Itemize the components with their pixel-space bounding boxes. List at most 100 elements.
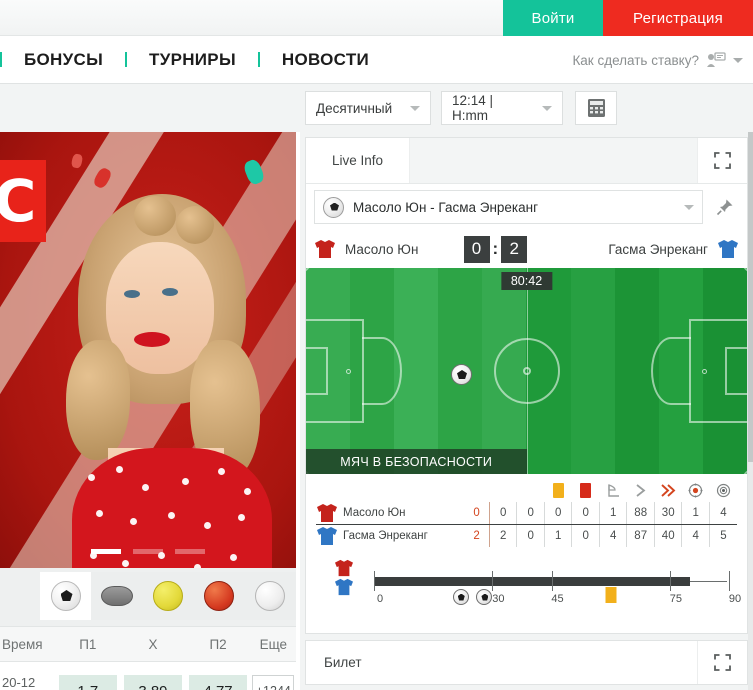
timeline-tick xyxy=(492,571,494,591)
stats-away-v3: 0 xyxy=(571,524,600,547)
expand-icon xyxy=(714,152,731,169)
carousel-dot-2[interactable] xyxy=(133,549,163,554)
stats-home-v1: 0 xyxy=(516,502,545,525)
register-button[interactable]: Регистрация xyxy=(603,0,753,36)
stats-away-v7: 4 xyxy=(681,524,710,547)
sport-tab-football[interactable] xyxy=(40,572,91,620)
stats-away-v1: 0 xyxy=(516,524,545,547)
score-display: 0 : 2 xyxy=(463,235,528,263)
sport-tab-tennis[interactable] xyxy=(142,572,193,620)
calculator-button[interactable] xyxy=(575,91,617,125)
attack-icon-cell xyxy=(627,482,655,502)
shot-on-target-icon-cell xyxy=(682,482,710,502)
pin-match-button[interactable] xyxy=(711,198,739,216)
volleyball-icon xyxy=(254,581,285,611)
odds-button-p1[interactable]: 1.7 xyxy=(58,675,117,690)
match-selector[interactable]: Масоло Юн - Гасма Энреканг xyxy=(314,190,703,224)
app-root: Войти Регистрация БОНУСЫ ТУРНИРЫ НОВОСТИ… xyxy=(0,0,753,690)
odds-button-x[interactable]: 3.89 xyxy=(123,675,182,690)
odds-format-value: Десятичный xyxy=(316,100,393,116)
sport-tab-hockey[interactable] xyxy=(91,572,142,620)
shot-off-target-icon xyxy=(716,483,730,498)
home-team-name: Масоло Юн xyxy=(345,241,419,257)
model-curl xyxy=(134,196,176,236)
timeline-tick xyxy=(669,571,671,591)
nav-item-news[interactable]: НОВОСТИ xyxy=(260,36,391,84)
page-scrollbar[interactable] xyxy=(748,132,753,690)
login-button[interactable]: Войти xyxy=(503,0,603,36)
live-pitch-view[interactable]: 80:42 МЯЧ В БЕЗОПАСНОСТИ xyxy=(306,268,747,474)
odds-cell-p2: 4.77 xyxy=(186,675,251,690)
timeline-jerseys xyxy=(334,559,354,596)
live-info-card: Live Info Масоло Юн - Гасма Энреканг Мас… xyxy=(305,137,748,634)
timeline-progress-bar xyxy=(374,577,690,586)
chevron-down-icon xyxy=(542,105,552,111)
carousel-dot-3[interactable] xyxy=(175,549,205,554)
time-format-value: 12:14 | H:mm xyxy=(452,93,494,123)
carousel-dot-1[interactable] xyxy=(91,549,121,554)
timeline-yellow-card-icon xyxy=(605,587,617,603)
how-to-bet-link[interactable]: Как сделать ставку? xyxy=(572,53,699,68)
model-eye xyxy=(124,290,140,298)
yellow-card-icon xyxy=(552,483,564,498)
right-column: Live Info Масоло Юн - Гасма Энреканг Мас… xyxy=(300,132,753,690)
live-info-tabs: Live Info xyxy=(306,138,747,184)
away-jersey-icon xyxy=(717,240,738,258)
timeline-tick-label: 45 xyxy=(551,593,564,605)
ticket-expand-button[interactable] xyxy=(697,641,747,684)
odds-cell-x: 3.89 xyxy=(120,675,185,690)
timeline-tick-label: 75 xyxy=(669,593,682,605)
sport-filter-strip xyxy=(40,572,296,620)
nav-right-group: Как сделать ставку? xyxy=(572,36,743,84)
stats-home-goals: 0 xyxy=(464,502,490,525)
odds-button-p2[interactable]: 4.77 xyxy=(189,675,248,690)
sport-tab-basketball[interactable] xyxy=(193,572,244,620)
presenter-icon[interactable] xyxy=(706,52,726,68)
chevron-down-icon xyxy=(684,204,694,210)
odds-header-p2: П2 xyxy=(209,636,227,652)
stats-away-v0: 2 xyxy=(488,524,517,547)
timeline-goal-icon xyxy=(452,589,469,605)
nav-item-bonuses[interactable]: БОНУСЫ xyxy=(2,36,125,84)
more-markets-button[interactable]: +1244 xyxy=(252,675,295,690)
away-jersey-icon xyxy=(317,527,337,545)
chevron-down-icon[interactable] xyxy=(733,57,743,63)
stats-away-v5: 87 xyxy=(626,524,655,547)
main-navigation: БОНУСЫ ТУРНИРЫ НОВОСТИ Как сделать ставк… xyxy=(0,36,753,84)
stats-home-v4: 1 xyxy=(598,502,627,525)
odds-header-p1: П1 xyxy=(79,636,97,652)
expand-icon xyxy=(714,654,731,671)
match-timeline: 0 30 45 75 90 xyxy=(316,557,741,617)
nav-item-tournaments[interactable]: ТУРНИРЫ xyxy=(127,36,258,84)
promo-banner[interactable]: C xyxy=(0,132,296,568)
sport-tab-volleyball[interactable] xyxy=(244,572,295,620)
banner-model-image xyxy=(38,190,288,568)
stats-row-home: Масоло Юн 0 0 0 0 0 1 88 30 1 4 xyxy=(316,502,737,525)
timeline-tick-label: 30 xyxy=(492,593,505,605)
home-jersey-icon xyxy=(335,559,353,577)
away-team-name: Гасма Энреканг xyxy=(608,241,708,257)
red-card-icon xyxy=(580,483,592,498)
stats-home-team-cell: Масоло Юн xyxy=(316,502,465,525)
odds-format-select[interactable]: Десятичный xyxy=(305,91,431,125)
match-stats-table: Масоло Юн 0 0 0 0 0 1 88 30 1 4 Гасма Эн… xyxy=(306,474,747,551)
corner-flag-icon xyxy=(608,484,619,497)
yellow-card-icon-cell xyxy=(544,482,572,502)
stats-home-v7: 1 xyxy=(681,502,710,525)
match-clock: 80:42 xyxy=(500,272,553,290)
hockey-puck-icon xyxy=(100,586,133,606)
auth-actions: Войти Регистрация xyxy=(503,0,753,36)
tab-ticket[interactable]: Билет xyxy=(306,641,697,684)
odds-table-row: 20-12 22:45 1.7 3.89 4.77 +1244 xyxy=(0,662,296,690)
away-team-block: Гасма Энреканг xyxy=(599,239,739,259)
live-info-expand-button[interactable] xyxy=(697,138,747,183)
tabs-filler xyxy=(410,138,697,183)
stats-away-goals: 2 xyxy=(464,524,490,547)
shot-off-target-icon-cell xyxy=(709,482,737,502)
timeline-goal-icon xyxy=(476,589,493,605)
odds-cell-p1: 1.7 xyxy=(55,675,120,690)
tab-live-info[interactable]: Live Info xyxy=(306,138,411,183)
home-team-block: Масоло Юн xyxy=(314,239,427,259)
time-format-select[interactable]: 12:14 | H:mm xyxy=(441,91,563,125)
timeline-tick-label: 90 xyxy=(728,593,742,605)
